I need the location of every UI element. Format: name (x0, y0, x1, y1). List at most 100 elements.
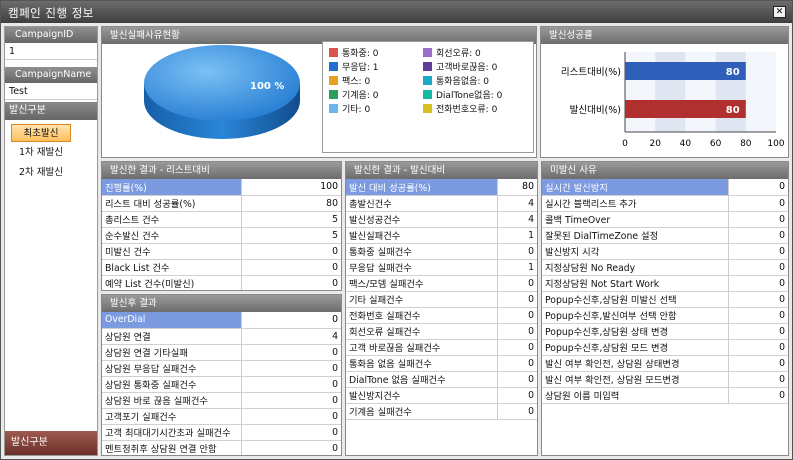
table-row[interactable]: 발신 여부 확인전, 상담원 상태변경 0 (542, 355, 788, 372)
table-row[interactable]: Popup수신후,상담원 미발신 선택 0 (542, 291, 788, 308)
row-value: 0 (727, 243, 788, 260)
table-row[interactable]: 리스트 대비 성공률(%) 80 (102, 195, 341, 212)
dial-group-item-first[interactable]: 최초발신 (11, 124, 71, 142)
table-row[interactable]: 잘못된 DialTimeZone 설정 0 (542, 227, 788, 244)
table-row[interactable]: 무응답 실패건수 1 (346, 259, 537, 276)
table-row[interactable]: 기타 실패건수 0 (346, 291, 537, 308)
table-row[interactable]: 고객 바로끊음 실패건수 0 (346, 339, 537, 356)
list-result-title: 발신한 결과 - 리스트대비 (102, 162, 341, 179)
bar-value-label: 80 (726, 105, 740, 116)
dial-group-list: 최초발신 1차 재발신 2차 재발신 (5, 120, 97, 430)
row-label: 회선오류 실패건수 (346, 323, 497, 340)
table-row[interactable]: 지정상담원 No Ready 0 (542, 259, 788, 276)
row-value: 80 (496, 179, 537, 196)
table-row[interactable]: 진행률(%) 100 (102, 179, 341, 196)
row-label: 총리스트 건수 (102, 211, 241, 228)
table-row[interactable]: DialTone 없음 실패건수 0 (346, 371, 537, 388)
row-label: Popup수신후,상담원 미발신 선택 (542, 291, 728, 308)
table-row[interactable]: 총발신건수 4 (346, 195, 537, 212)
table-row[interactable]: 지정상담원 Not Start Work 0 (542, 275, 788, 292)
legend-swatch-icon (423, 62, 432, 71)
table-row[interactable]: 발신성공건수 4 (346, 211, 537, 228)
dial-group-item-retry2[interactable]: 2차 재발신 (11, 164, 71, 182)
table-row[interactable]: 발신실패건수 1 (346, 227, 537, 244)
table-row[interactable]: 상담원 연결 4 (102, 328, 341, 345)
left-panel: CampaignID 1 CampaignName Test 발신구분 최초발신… (4, 26, 98, 456)
x-tick-label: 20 (649, 139, 661, 149)
row-value: 0 (240, 275, 341, 290)
table-row[interactable]: 전화번호 실패건수 0 (346, 307, 537, 324)
row-label: 발신방지 시각 (542, 243, 728, 260)
row-label: 기계음 실패건수 (346, 403, 497, 420)
table-row[interactable]: 고객 최대대기시간초과 실패건수 0 (102, 424, 341, 441)
legend-label: 팩스: 0 (342, 77, 371, 87)
after-result-title: 발신후 결과 (102, 295, 341, 312)
campaign-info-window: 캠페인 진행 정보 ✕ CampaignID 1 CampaignName Te… (0, 0, 793, 460)
table-row[interactable]: 콜백 TimeOver 0 (542, 211, 788, 228)
row-value: 0 (240, 312, 341, 329)
row-label: 멘트청취후 상담원 연결 안함 (102, 440, 241, 455)
table-row[interactable]: 상담원 연결 기타실패 0 (102, 344, 341, 361)
table-row[interactable]: 기계음 실패건수 0 (346, 403, 537, 420)
table-row[interactable]: Black List 건수 0 (102, 259, 341, 276)
row-value: 5 (240, 227, 341, 244)
table-row[interactable]: 상담원 무응답 실패건수 0 (102, 360, 341, 377)
row-label: 고객 최대대기시간초과 실패건수 (102, 424, 241, 441)
table-row[interactable]: 팩스/모뎀 실패건수 0 (346, 275, 537, 292)
table-row[interactable]: 발신 대비 성공률(%) 80 (346, 179, 537, 196)
table-row[interactable]: OverDial 0 (102, 312, 341, 329)
campaign-id-value: 1 (5, 43, 97, 60)
table-row[interactable]: Popup수신후,발신여부 선택 안함 0 (542, 307, 788, 324)
row-value: 1 (496, 259, 537, 276)
row-label: Popup수신후,상담원 상태 변경 (542, 323, 728, 340)
table-row[interactable]: 상담원 통화중 실패건수 0 (102, 376, 341, 393)
row-label: 순수발신 건수 (102, 227, 241, 244)
table-row[interactable]: 순수발신 건수 5 (102, 227, 341, 244)
row-label: 발신 여부 확인전, 상담원 상태변경 (542, 355, 728, 372)
table-row[interactable]: 발신방지 시각 0 (542, 243, 788, 260)
close-icon[interactable]: ✕ (773, 6, 786, 18)
row-value: 0 (727, 387, 788, 404)
table-row[interactable]: 예약 List 건수(미발신) 0 (102, 275, 341, 290)
row-value: 0 (496, 291, 537, 308)
row-value: 0 (496, 307, 537, 324)
table-row[interactable]: 총리스트 건수 5 (102, 211, 341, 228)
row-label: 진행률(%) (102, 179, 241, 196)
table-row[interactable]: 회선오류 실패건수 0 (346, 323, 537, 340)
dial-group-item-retry1[interactable]: 1차 재발신 (11, 144, 71, 162)
campaign-name-value: Test (5, 83, 97, 100)
table-row[interactable]: Popup수신후,상담원 상태 변경 0 (542, 323, 788, 340)
table-row[interactable]: 상담원 바로 끊음 실패건수 0 (102, 392, 341, 409)
pie-legend: 통화중: 0 회선오류: 0 무응답: 1 고객바로끊음: 0 팩스: 0 통화음없음: … (322, 41, 534, 153)
row-value: 0 (727, 307, 788, 324)
dial-group-footer-button[interactable]: 발신구분 (5, 431, 97, 455)
table-row[interactable]: 발신방지건수 0 (346, 387, 537, 404)
not-sent-title: 미발신 사유 (542, 162, 788, 179)
x-tick-label: 80 (740, 139, 752, 149)
legend-label: 전화번호오류: 0 (436, 105, 498, 115)
row-value: 0 (727, 323, 788, 340)
row-label: 통화음 없음 실패건수 (346, 355, 497, 372)
table-row[interactable]: 실시간 블랙리스트 추가 0 (542, 195, 788, 212)
table-row[interactable]: 발신 여부 확인전, 상담원 모드변경 0 (542, 371, 788, 388)
row-label: 실시간 블랙리스트 추가 (542, 195, 728, 212)
row-value: 0 (727, 179, 788, 196)
legend-item: 통화중: 0 (329, 46, 378, 59)
row-label: 통화중 실패건수 (346, 243, 497, 260)
row-value: 0 (727, 211, 788, 228)
legend-label: 기타: 0 (342, 105, 371, 115)
row-value: 0 (240, 376, 341, 393)
table-row[interactable]: 멘트청취후 상담원 연결 안함 0 (102, 440, 341, 455)
row-label: 잘못된 DialTimeZone 설정 (542, 227, 728, 244)
row-label: 전화번호 실패건수 (346, 307, 497, 324)
legend-item: DialTone없음: 0 (423, 88, 502, 101)
table-row[interactable]: 실시간 발신방지 0 (542, 179, 788, 196)
row-value: 4 (240, 328, 341, 345)
row-value: 0 (496, 243, 537, 260)
table-row[interactable]: 통화중 실패건수 0 (346, 243, 537, 260)
table-row[interactable]: 고객포기 실패건수 0 (102, 408, 341, 425)
table-row[interactable]: 미발신 건수 0 (102, 243, 341, 260)
table-row[interactable]: 상담원 이름 미입력 0 (542, 387, 788, 404)
table-row[interactable]: Popup수신후,상담원 모드 변경 0 (542, 339, 788, 356)
table-row[interactable]: 통화음 없음 실패건수 0 (346, 355, 537, 372)
